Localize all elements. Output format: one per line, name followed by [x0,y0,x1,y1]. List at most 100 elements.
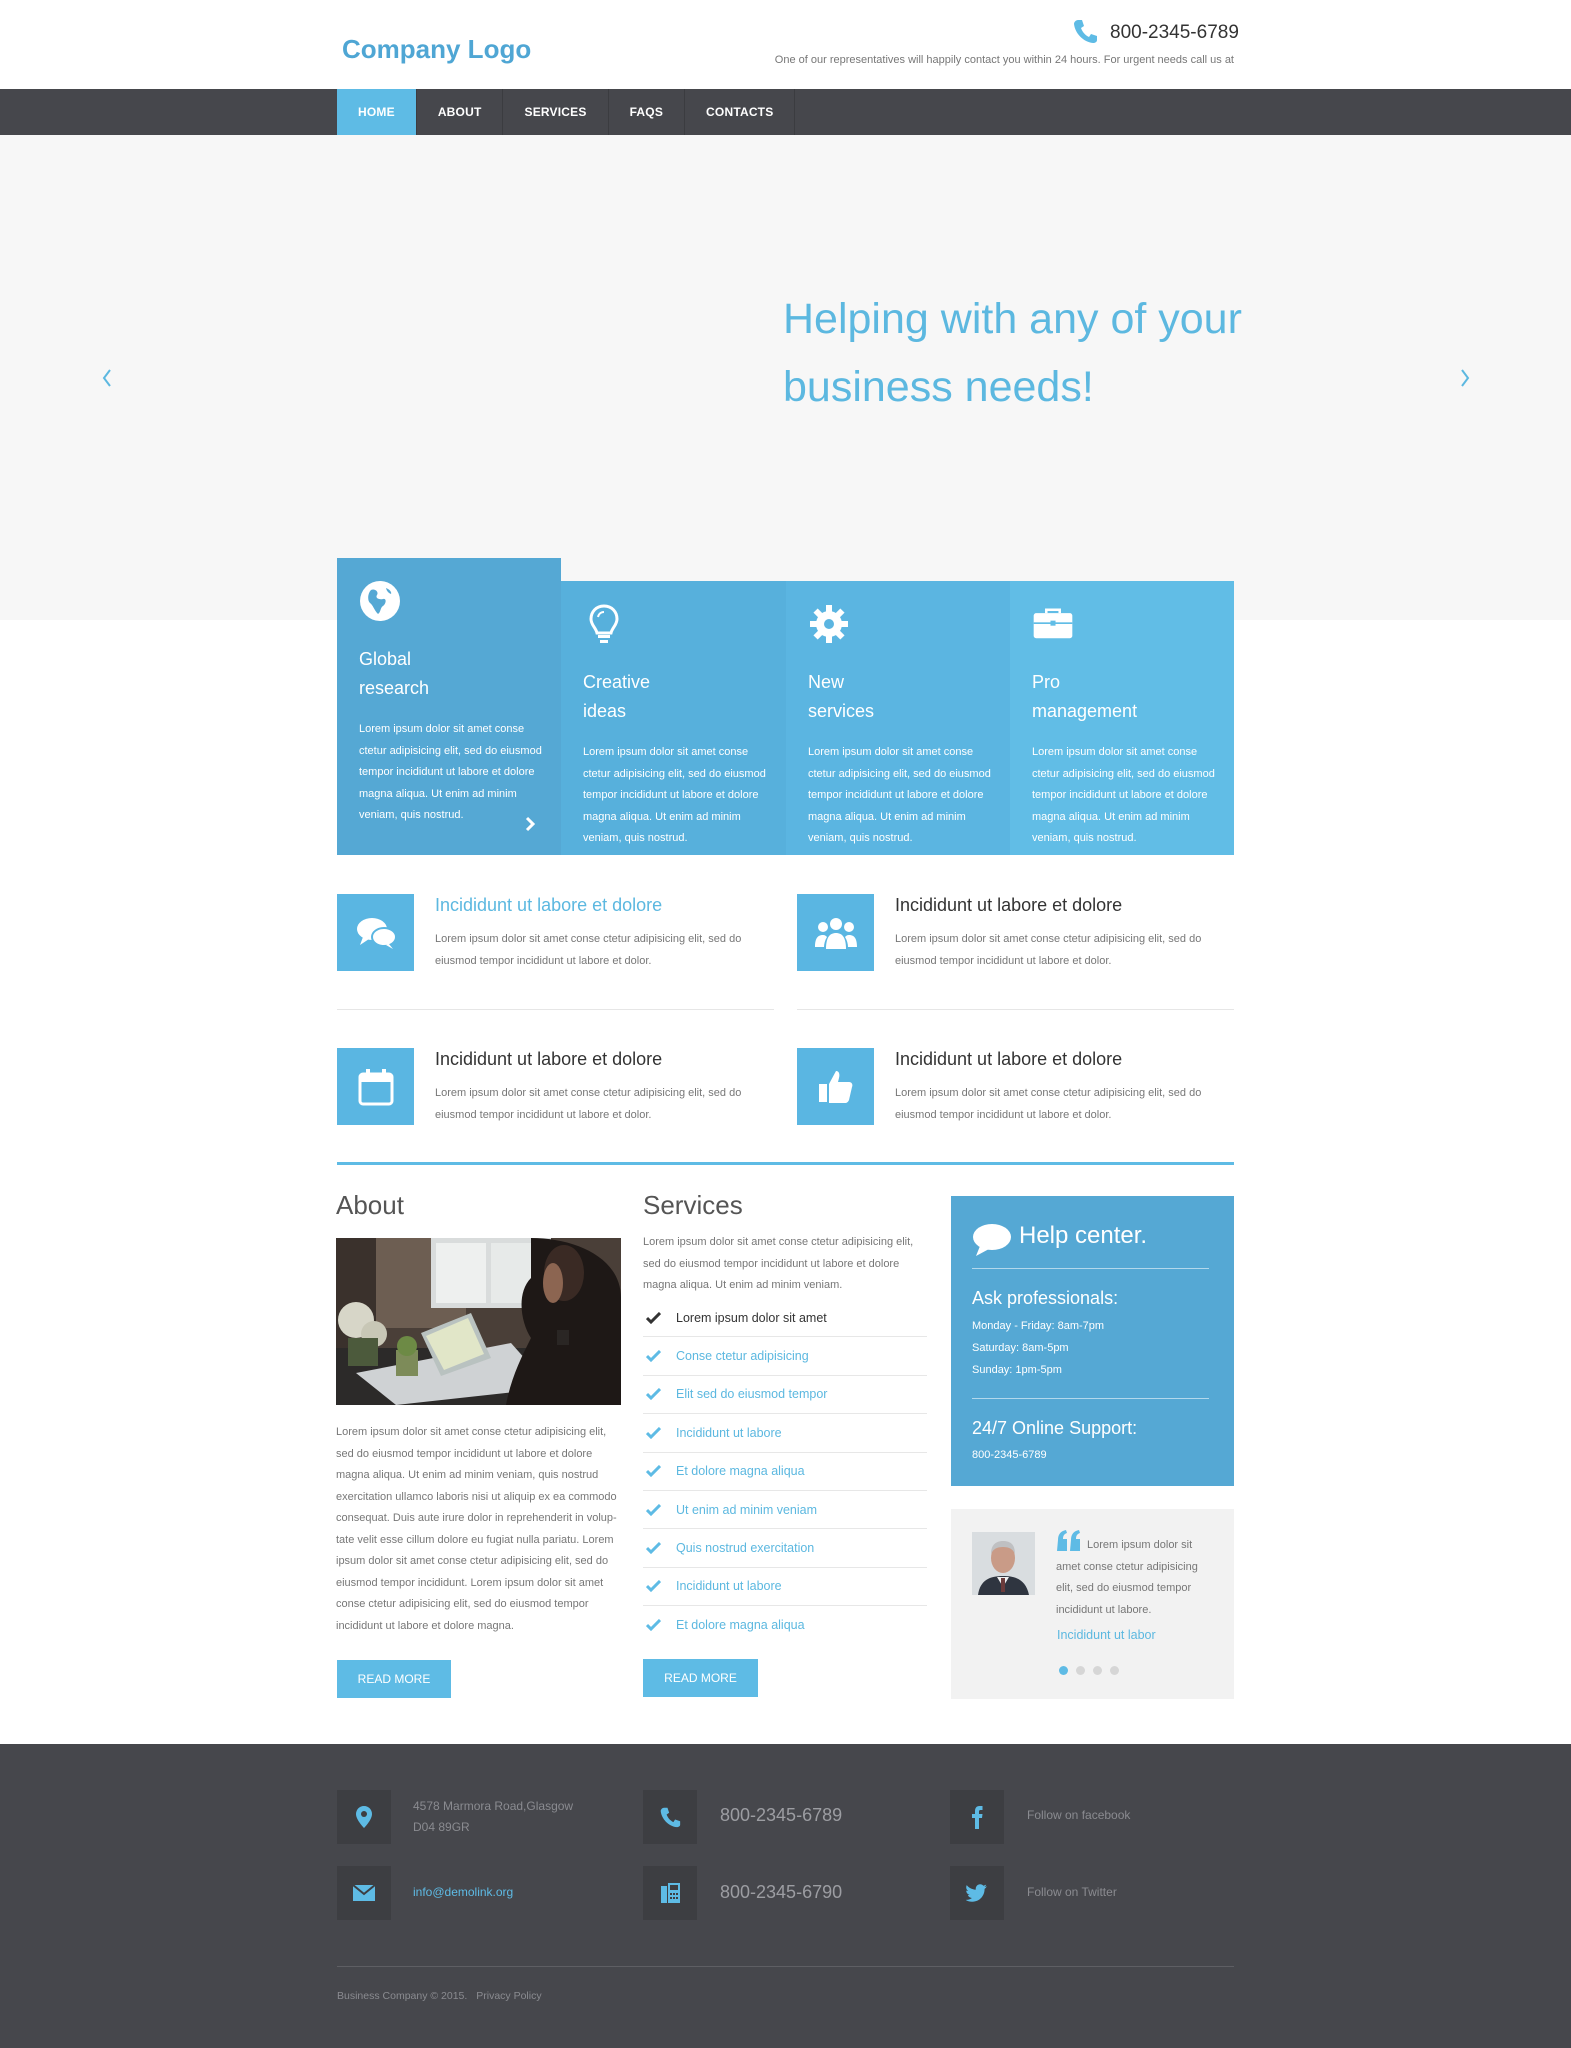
feature-tile-new-services[interactable]: New services Lorem ipsum dolor sit amet … [786,581,1010,855]
footer-icon-box [950,1790,1004,1844]
services-item-label: Lorem ipsum dolor sit amet [676,1310,827,1325]
services-list-item[interactable]: Et dolore magna aliqua [643,1606,927,1644]
tile-title-line: ideas [583,701,627,721]
help-divider [972,1268,1209,1269]
about-photo [336,1238,621,1405]
testimonial-dot[interactable] [1093,1666,1102,1675]
footer-icon-box [950,1866,1004,1920]
facebook-icon [972,1806,983,1829]
hero-title: Helping with any of your business needs! [783,285,1283,421]
help-hours-line: Monday - Friday: 8am-7pm [972,1320,1105,1332]
header-note: One of our representatives will happily … [774,54,1234,66]
services-list-item[interactable]: Incididunt ut labore [643,1414,927,1453]
privacy-policy-link[interactable]: Privacy Policy [476,1990,541,2002]
footer-facebook-link[interactable]: Follow on facebook [1027,1805,1130,1826]
checkmark-icon [646,1580,661,1593]
services-item-label: Incididunt ut labore [676,1579,782,1594]
divider [337,1009,774,1010]
company-logo[interactable]: Company Logo [342,34,531,65]
footer-twitter-link[interactable]: Follow on Twitter [1027,1882,1117,1903]
tile-title-line: New [808,672,845,692]
footer-divider [337,1966,1234,1967]
footer-fax[interactable]: 800-2345-6790 [720,1882,842,1903]
gear-icon [810,605,848,643]
help-hours-line: Sunday: 1pm-5pm [972,1364,1062,1376]
testimonial-avatar [972,1532,1035,1595]
tile-text: Lorem ipsum dolor sit amet conse ctetur … [1032,746,1215,844]
services-list-item[interactable]: Incididunt ut labore [643,1568,927,1607]
nav-home[interactable]: HOME [337,89,417,135]
briefcase-icon [1033,608,1073,639]
benefit-title[interactable]: Incididunt ut labore et dolore [435,895,662,916]
checkmark-icon [646,1311,661,1324]
footer-icon-box [337,1790,391,1844]
checkmark-icon [646,1426,661,1439]
feature-tile-pro-management[interactable]: Pro management Lorem ipsum dolor sit ame… [1010,581,1234,855]
calendar-icon [358,1068,393,1105]
tile-title: Pro management [1032,668,1162,726]
benefit-icon-box [797,894,874,971]
lightbulb-icon [589,604,619,643]
benefit-text: Lorem ipsum dolor sit amet conse ctetur … [435,1087,742,1121]
footer-address: 4578 Marmora Road,Glasgow D04 89GR [413,1796,573,1838]
tile-title: Global research [359,645,489,703]
tile-title-line: Pro [1032,672,1061,692]
nav-faqs[interactable]: FAQS [609,89,686,135]
phone-icon [660,1807,681,1828]
services-list-item[interactable]: Quis nostrud exercitation [643,1529,927,1568]
map-pin-icon [356,1806,372,1828]
testimonial-dot[interactable] [1059,1666,1068,1675]
tile-text: Lorem ipsum dolor sit amet conse ctetur … [808,746,991,844]
chevron-right-icon[interactable] [522,814,538,834]
help-center-title: Help center. [1019,1222,1148,1249]
footer-phone[interactable]: 800-2345-6789 [720,1805,842,1826]
header-phone[interactable]: 800-2345-6789 [1110,22,1239,44]
nav-contacts[interactable]: CONTACTS [685,89,796,135]
nav-services[interactable]: SERVICES [503,89,609,135]
benefit-text: Lorem ipsum dolor sit amet conse ctetur … [895,1087,1202,1121]
testimonial-dot[interactable] [1110,1666,1119,1675]
tile-title-line: Global [359,649,412,669]
services-item-label: Et dolore magna aliqua [676,1464,805,1479]
services-list-item[interactable]: Elit sed do eiusmod tempor [643,1376,927,1415]
users-icon [814,917,857,949]
section-rule [337,1162,1234,1165]
feature-tile-creative-ideas[interactable]: Creative ideas Lorem ipsum dolor sit ame… [561,581,786,855]
help-hours: Monday - Friday: 8am-7pm Saturday: 8am-5… [972,1315,1104,1381]
testimonial-author[interactable]: Incididunt ut labor [1057,1628,1156,1642]
tile-title: Creative ideas [583,668,713,726]
benefit-title[interactable]: Incididunt ut labore et dolore [435,1049,662,1070]
checkmark-icon [646,1465,661,1478]
services-heading: Services [643,1190,743,1220]
help-hours-line: Saturday: 8am-5pm [972,1342,1069,1354]
footer-icon-box [643,1866,697,1920]
slider-next-arrow-icon[interactable] [1450,360,1480,396]
services-read-more-button[interactable]: READ MORE [643,1659,758,1697]
footer-copyright: Business Company © 2015. Privacy Policy [337,1990,548,2002]
services-list-item[interactable]: Lorem ipsum dolor sit amet [643,1299,927,1338]
benefit-icon-box [797,1048,874,1125]
slider-prev-arrow-icon[interactable] [92,360,122,396]
fax-icon [661,1883,680,1903]
benefit-title[interactable]: Incididunt ut labore et dolore [895,895,1122,916]
tile-title-line: research [359,678,430,698]
speech-bubble-icon [973,1224,1011,1256]
feature-tile-global-research[interactable]: Global research Lorem ipsum dolor sit am… [337,558,561,855]
twitter-icon [966,1884,987,1902]
globe-icon [360,581,400,621]
help-support-heading: 24/7 Online Support: [972,1418,1138,1438]
about-read-more-button[interactable]: READ MORE [337,1660,451,1698]
testimonial-text: Lorem ipsum dolor sit amet conse ctetur … [1056,1539,1198,1616]
services-list-item[interactable]: Et dolore magna aliqua [643,1453,927,1491]
footer-icon-box [643,1790,697,1844]
services-list-item[interactable]: Conse ctetur adipisicing [643,1337,927,1376]
tile-text: Lorem ipsum dolor sit amet conse ctetur … [583,746,766,844]
thumbs-up-icon [818,1070,852,1103]
benefit-title[interactable]: Incididunt ut labore et dolore [895,1049,1122,1070]
services-item-label: Quis nostrud exercitation [676,1541,815,1556]
nav-about[interactable]: ABOUT [417,89,504,135]
testimonial-dot[interactable] [1076,1666,1085,1675]
footer-email-link[interactable]: info@demolink.org [413,1885,513,1899]
services-list-item[interactable]: Ut enim ad minim veniam [643,1491,927,1530]
help-support-phone[interactable]: 800-2345-6789 [972,1444,1047,1466]
